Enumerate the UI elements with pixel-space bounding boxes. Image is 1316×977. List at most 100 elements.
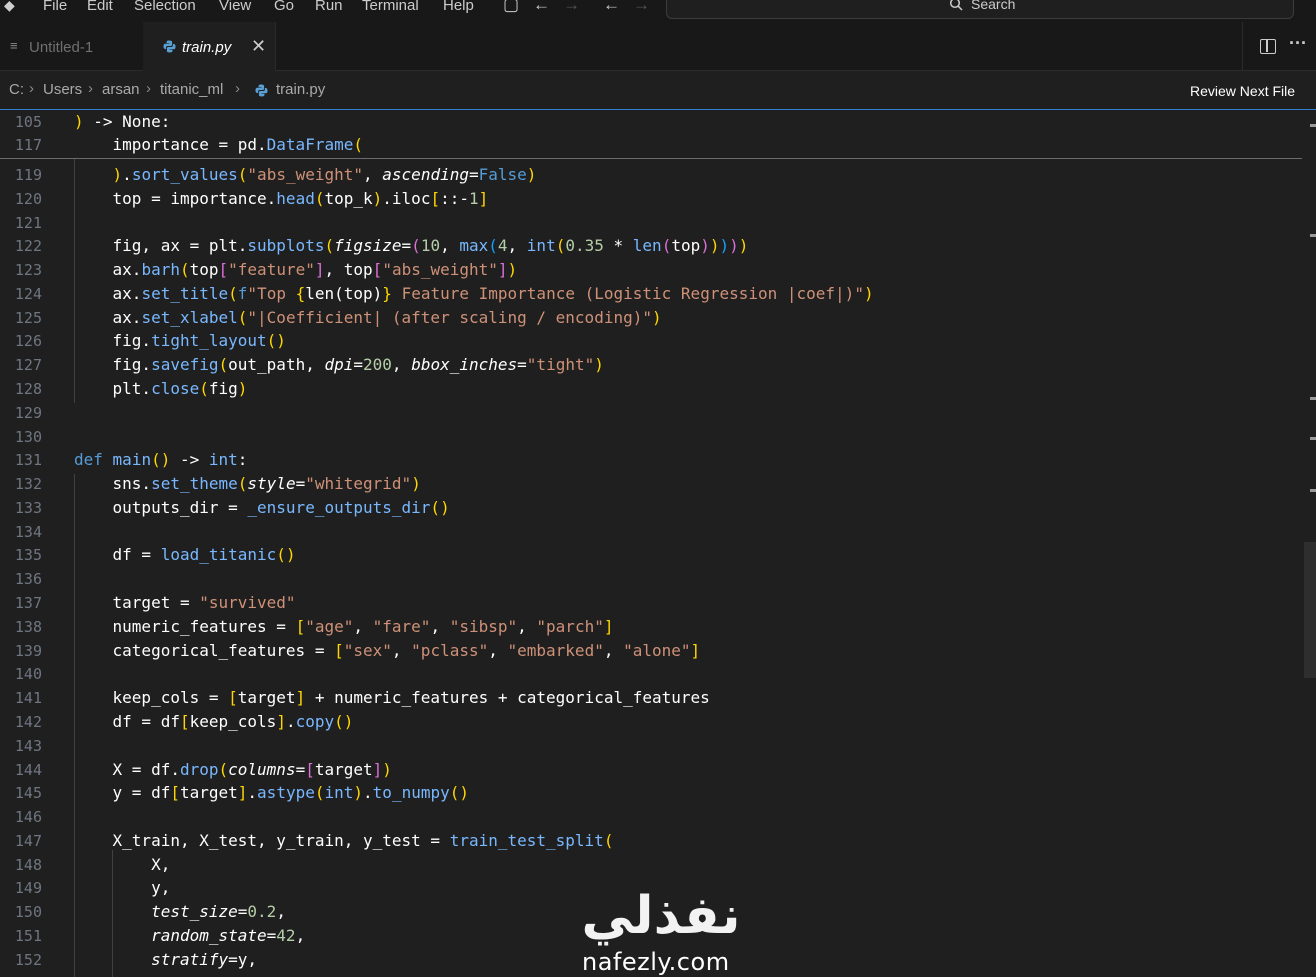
- menu-edit[interactable]: Edit: [87, 0, 113, 15]
- line-number: 132: [14, 475, 42, 494]
- line-number: 120: [14, 189, 42, 208]
- line-number: 126: [14, 332, 42, 351]
- breadcrumb-titanic-ml[interactable]: titanic_ml: [160, 81, 223, 98]
- editor-actions: ···: [1242, 22, 1316, 71]
- code-line: ) -> None:: [74, 112, 171, 131]
- review-next-file-button[interactable]: Review Next File: [1190, 83, 1295, 99]
- watermark-url: nafezly.com: [582, 948, 730, 976]
- line-number: 145: [14, 784, 42, 803]
- sticky-scroll-divider: [0, 158, 1302, 159]
- line-number: 124: [14, 284, 42, 303]
- close-tab-icon[interactable]: ✕: [251, 36, 266, 57]
- navigate-forward-icon[interactable]: →: [633, 0, 650, 14]
- code-line: ax.set_xlabel("|Coefficient| (after scal…: [74, 307, 662, 327]
- line-number: 117: [14, 136, 42, 154]
- chevron-right-icon: ›: [88, 80, 93, 97]
- breadcrumb: C: › Users › arsan › titanic_ml › train.…: [0, 71, 1316, 110]
- menu-terminal[interactable]: Terminal: [362, 0, 419, 15]
- code-line: categorical_features = ["sex", "pclass",…: [74, 640, 701, 660]
- line-number: 140: [14, 665, 42, 684]
- code-line: fig.tight_layout(): [74, 331, 286, 351]
- command-center-search[interactable]: Search: [666, 0, 1294, 19]
- menu-file[interactable]: File: [43, 0, 67, 15]
- code-line: df = load_titanic(): [74, 545, 296, 565]
- code-line: random_state=42,: [151, 925, 306, 945]
- line-number: 135: [14, 546, 42, 565]
- scrollbar-thumb[interactable]: [1304, 542, 1316, 678]
- breadcrumb-users[interactable]: Users: [43, 81, 82, 98]
- line-number: 127: [14, 356, 42, 375]
- code-line: numeric_features = ["age", "fare", "sibs…: [74, 616, 614, 636]
- line-number: 129: [14, 403, 42, 422]
- line-number: 128: [14, 380, 42, 399]
- split-editor-icon[interactable]: [1260, 39, 1276, 54]
- tab-train-py[interactable]: train.py ✕: [143, 22, 276, 71]
- line-number: 148: [14, 855, 42, 874]
- code-line: X = df.drop(columns=[target]): [74, 759, 392, 779]
- code-line: keep_cols = [target] + numeric_features …: [74, 688, 710, 708]
- line-number: 121: [14, 213, 42, 232]
- more-actions-icon[interactable]: ···: [1289, 33, 1307, 54]
- line-number: 136: [14, 570, 42, 589]
- line-number: 146: [14, 808, 42, 827]
- line-number: 149: [14, 879, 42, 898]
- menu-help[interactable]: Help: [443, 0, 474, 15]
- python-file-icon: [163, 40, 176, 53]
- chevron-right-icon: ›: [146, 80, 151, 97]
- line-number: 131: [14, 451, 42, 470]
- code-line: X,: [74, 854, 171, 874]
- breadcrumb-file[interactable]: train.py: [276, 81, 325, 98]
- forward-arrow-icon[interactable]: →: [563, 0, 580, 14]
- vscode-logo-icon[interactable]: ◆: [4, 0, 20, 13]
- line-number: 119: [14, 166, 42, 184]
- line-number: 125: [14, 308, 42, 327]
- python-file-icon: [255, 84, 268, 97]
- scroll-marker: [1310, 397, 1316, 400]
- menu-selection[interactable]: Selection: [134, 0, 196, 15]
- tab-label: Untitled-1: [29, 39, 94, 56]
- menu-run[interactable]: Run: [315, 0, 343, 15]
- back-arrow-icon[interactable]: ←: [533, 0, 550, 14]
- scroll-marker: [1310, 234, 1316, 237]
- code-line: top = importance.head(top_k).iloc[::-1]: [74, 188, 489, 208]
- code-line: importance = pd.DataFrame(: [74, 135, 363, 154]
- search-label: Search: [971, 0, 1016, 12]
- code-line: ).sort_values("abs_weight", ascending=Fa…: [112, 165, 537, 184]
- navigate-back-icon[interactable]: ←: [603, 0, 620, 14]
- code-line: X_train, X_test, y_train, y_test = train…: [74, 830, 614, 850]
- menu-view[interactable]: View: [219, 0, 251, 15]
- text-file-icon: ≡: [10, 38, 18, 53]
- line-number: 133: [14, 498, 42, 517]
- scroll-marker: [1310, 437, 1316, 440]
- toggle-sidebar-icon[interactable]: ▢: [503, 0, 519, 14]
- scroll-marker: [1310, 489, 1316, 492]
- title-bar: ◆ File Edit Selection View Go Run Termin…: [0, 0, 1316, 22]
- editor-tab-bar: ≡ Untitled-1 train.py ✕ ···: [0, 22, 1316, 71]
- editor-scrollbar[interactable]: [1302, 110, 1316, 977]
- line-number: 123: [14, 261, 42, 280]
- code-line: sns.set_theme(style="whitegrid"): [74, 474, 421, 494]
- code-line: test_size=0.2,: [151, 902, 286, 922]
- sticky-scroll[interactable]: 105 ) -> None: 117 importance = pd.DataF…: [0, 110, 1302, 158]
- code-line: plt.close(fig): [74, 379, 248, 399]
- line-number: 151: [14, 926, 42, 945]
- line-number: 130: [14, 427, 42, 446]
- menu-go[interactable]: Go: [274, 0, 294, 15]
- line-number: 143: [14, 736, 42, 755]
- tab-untitled-1[interactable]: ≡ Untitled-1: [0, 22, 144, 70]
- code-line: def main() -> int:: [74, 450, 248, 470]
- line-number: 142: [14, 712, 42, 731]
- breadcrumb-arsan[interactable]: arsan: [102, 81, 140, 98]
- line-number: 105: [14, 113, 42, 131]
- code-line: outputs_dir = _ensure_outputs_dir(): [74, 497, 450, 517]
- line-number: 139: [14, 641, 42, 660]
- chevron-right-icon: ›: [29, 80, 34, 97]
- breadcrumb-drive[interactable]: C:: [9, 81, 24, 98]
- code-editor[interactable]: 105 ) -> None: 117 importance = pd.DataF…: [0, 110, 1316, 977]
- nafezly-watermark: نفذلي nafezly.com: [576, 882, 746, 977]
- line-number: 137: [14, 594, 42, 613]
- code-line: y,: [74, 878, 171, 898]
- code-line: ax.barh(top["feature"], top["abs_weight"…: [74, 260, 518, 280]
- tab-label: train.py: [182, 39, 232, 56]
- line-number: 141: [14, 689, 42, 708]
